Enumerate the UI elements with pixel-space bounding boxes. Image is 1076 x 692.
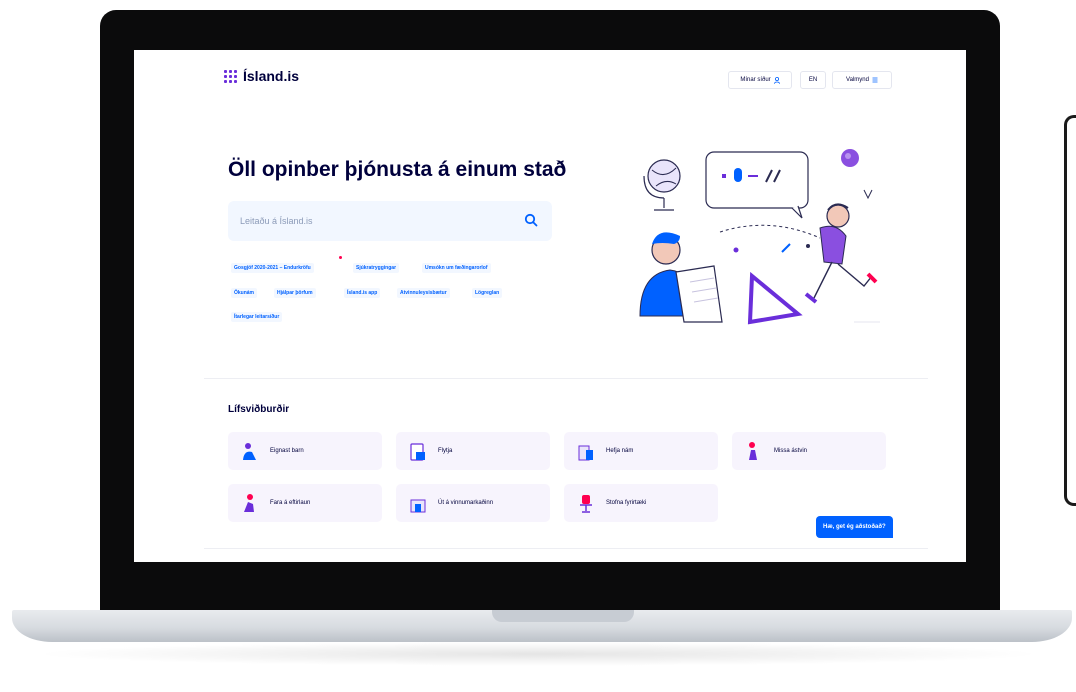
search-input[interactable]: Leitaðu á Ísland.is	[228, 201, 552, 241]
my-pages-label: Mínar síður	[740, 77, 771, 83]
life-event-card[interactable]: Missa ástvin	[732, 432, 886, 470]
quick-link-chip[interactable]: Hjálpar þörfum	[274, 288, 316, 298]
logo-text: Ísland.is	[243, 68, 300, 84]
life-event-label: Missa ástvin	[774, 448, 808, 454]
quick-link-chip[interactable]: Atvinnuleysisbætur	[397, 288, 450, 298]
quick-link-chip[interactable]: Gosgjöf 2020-2021 – Endurkröfu	[231, 263, 314, 273]
chat-label: Hæ, get ég aðstoðað?	[823, 524, 886, 530]
page-title: Öll opinber þjónusta á einum stað	[228, 158, 567, 181]
hero-illustration	[639, 149, 880, 325]
menu-icon	[872, 77, 878, 83]
my-pages-button[interactable]: Mínar síður	[728, 71, 792, 89]
quick-link-chip[interactable]: Ítarlegar leitarsíður	[231, 312, 283, 322]
life-events-heading: Lífsviðburðir	[228, 404, 290, 415]
quick-link-chip[interactable]: Ökunám	[231, 288, 258, 298]
life-event-label: Fara á eftirlaun	[270, 500, 311, 506]
life-event-card[interactable]: Hefja nám	[564, 432, 718, 470]
laptop-base	[12, 610, 1072, 642]
search-placeholder: Leitaðu á Ísland.is	[240, 216, 313, 226]
life-event-card[interactable]: Flytja	[396, 432, 550, 470]
life-event-card[interactable]: Stofna fyrirtæki	[564, 484, 718, 522]
study-icon	[578, 445, 593, 461]
quick-link-chip[interactable]: Ísland.is app	[344, 288, 381, 298]
retirement-icon	[244, 494, 254, 512]
life-event-label: Út á vinnumarkaðinn	[438, 500, 494, 506]
life-event-card[interactable]: Fara á eftirlaun	[228, 484, 382, 522]
language-button[interactable]: EN	[800, 71, 826, 89]
loss-icon	[749, 442, 757, 460]
life-event-label: Hefja nám	[606, 448, 634, 454]
life-event-card[interactable]: Eignast barn	[228, 432, 382, 470]
device-frame-edge	[1064, 115, 1076, 506]
chat-assistant-button[interactable]: Hæ, get ég aðstoðað?	[816, 516, 893, 538]
section-divider	[204, 378, 928, 379]
business-chair-icon	[580, 495, 592, 513]
menu-label: Valmynd	[846, 77, 869, 83]
life-event-label: Flytja	[438, 448, 453, 454]
quick-link-chip[interactable]: Lögreglan	[472, 288, 503, 298]
laptop-shadow	[30, 642, 1046, 666]
user-icon	[773, 76, 780, 84]
job-market-icon	[410, 499, 426, 513]
site-logo[interactable]: Ísland.is	[224, 68, 299, 84]
quick-link-chip[interactable]: Sjúkratryggingar	[353, 263, 400, 273]
logo-grid-icon	[224, 69, 237, 83]
baby-icon	[243, 443, 256, 460]
life-event-label: Stofna fyrirtæki	[606, 500, 647, 506]
new-indicator-dot	[339, 256, 342, 259]
language-label: EN	[808, 77, 818, 83]
life-event-card[interactable]: Út á vinnumarkaðinn	[396, 484, 550, 522]
search-icon[interactable]	[524, 213, 538, 227]
browser-screen: Ísland.is Mínar síður EN Valmynd Öll opi…	[134, 50, 966, 562]
menu-button[interactable]: Valmynd	[832, 71, 892, 89]
quick-link-chip[interactable]: Umsókn um fæðingarorlof	[422, 263, 491, 273]
section-divider	[204, 548, 928, 549]
moving-box-icon	[410, 443, 425, 461]
life-event-label: Eignast barn	[270, 448, 304, 454]
laptop-notch	[492, 610, 634, 622]
